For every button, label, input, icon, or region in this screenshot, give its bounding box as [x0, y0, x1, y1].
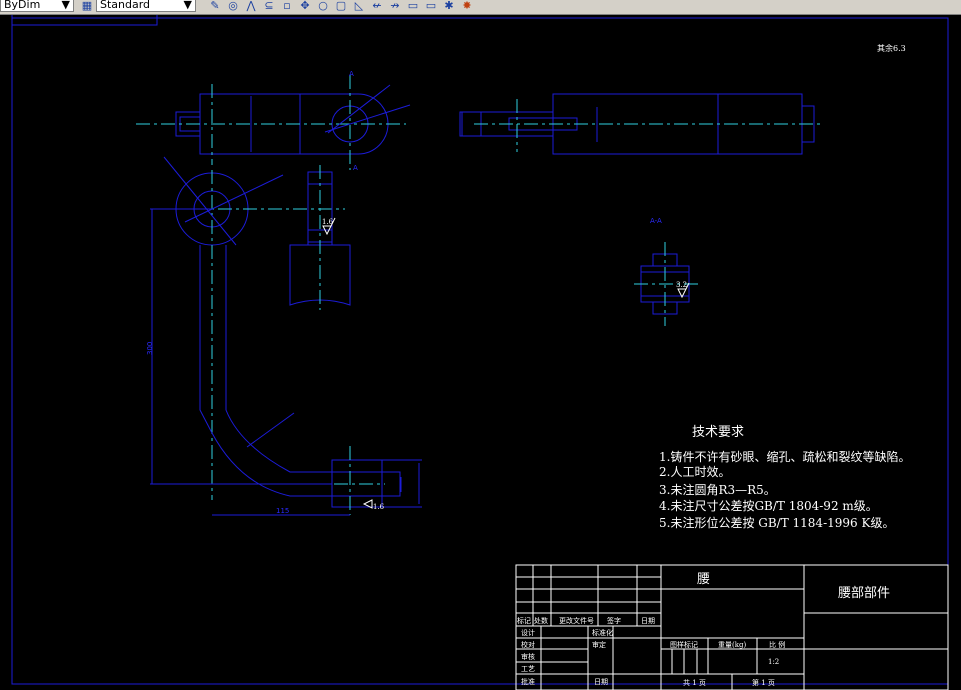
section-mark-top: A [349, 70, 354, 78]
tech-requirements-title: 技术要求 [692, 425, 744, 440]
layer-value: ByDim [4, 0, 41, 11]
header-change-doc: 更改文件号 [559, 616, 594, 625]
header-date: 日期 [641, 617, 655, 625]
break-icon[interactable]: ▭ [406, 0, 420, 12]
chevron-down-icon: ▼ [183, 0, 192, 11]
sheet-number: 第 1 页 [752, 678, 775, 687]
roughness-value: 3.2 [676, 281, 687, 289]
label-drawing-mark: 图样标记 [670, 640, 698, 649]
textstyle-value: Standard [100, 0, 151, 11]
label-scale: 比 例 [769, 640, 785, 649]
roughness-value: 1.6 [373, 503, 385, 511]
shaft-view [459, 93, 823, 155]
tech-requirements-list: 1.铸件不许有砂眼、缩孔、疏松和裂纹等缺陷。 2.人工时效。 3.未注圆角R3—… [659, 449, 910, 530]
move-icon[interactable]: ✥ [298, 0, 312, 12]
label-check: 校对 [521, 640, 535, 649]
textstyle-dropdown[interactable]: Standard ▼ [96, 0, 196, 12]
tech-item: 1.铸件不许有砂眼、缩孔、疏松和裂纹等缺陷。 [659, 449, 910, 464]
offset-icon[interactable]: ⊆ [262, 0, 276, 12]
front-view [136, 75, 411, 170]
section-a-a [634, 242, 702, 326]
label-date: 日期 [594, 678, 608, 686]
tech-item: 2.人工时效。 [659, 464, 730, 479]
section-title: A-A [650, 217, 662, 225]
fillet-icon[interactable]: ✱ [442, 0, 456, 12]
extend-icon[interactable]: ↛ [388, 0, 402, 12]
toolbar: ByDim ▼ ▦ Standard ▼ ✎ ◎ ⋀ ⊆ ▫ ✥ ○ ▢ ◺ ↚ ↛… [0, 0, 961, 15]
scale-icon[interactable]: ▢ [334, 0, 348, 12]
partial-section [289, 165, 351, 310]
title-block [515, 564, 949, 690]
part-name: 腰 [697, 572, 710, 587]
roughness-note: 其余6.3 [877, 43, 906, 53]
header-count: 处数 [534, 616, 548, 625]
header-sign: 签字 [607, 616, 621, 625]
dim-height: 300 [146, 342, 154, 355]
chevron-down-icon: ▼ [61, 0, 70, 11]
drawing-name: 腰部部件 [838, 586, 890, 601]
layer-dropdown[interactable]: ByDim ▼ [0, 0, 74, 12]
tech-item: 3.未注圆角R3—R5。 [659, 482, 776, 497]
textstyle-manager-icon[interactable]: ▦ [80, 0, 94, 12]
rotate-icon[interactable]: ○ [316, 0, 330, 12]
mirror-icon[interactable]: ⋀ [244, 0, 258, 12]
stretch-icon[interactable]: ◺ [352, 0, 366, 12]
total-sheets: 共 1 页 [683, 678, 706, 687]
label-design: 设计 [521, 628, 535, 637]
array-icon[interactable]: ▫ [280, 0, 294, 12]
tech-item: 4.未注尺寸公差按GB/T 1804-92 m级。 [659, 498, 878, 513]
label-weight: 重量(kg) [718, 641, 746, 649]
chamfer-icon[interactable]: ▭ [424, 0, 438, 12]
drawing-canvas[interactable]: A A 300 115 1.6 其余6.3 A-A 3.2 1.6 技术要求 1… [0, 15, 961, 690]
header-mark: 标记 [517, 616, 531, 625]
pencil-icon[interactable]: ✎ [208, 0, 222, 12]
label-standard: 标准化 [592, 628, 613, 637]
label-approve: 审定 [592, 640, 606, 649]
dim-length: 115 [276, 507, 289, 515]
erase-icon[interactable]: ◎ [226, 0, 240, 12]
side-view [150, 156, 422, 516]
explode-icon[interactable]: ✸ [460, 0, 474, 12]
section-mark-bottom: A [353, 164, 358, 172]
label-review: 审核 [521, 652, 535, 661]
label-ratify: 批准 [521, 677, 535, 686]
label-process: 工艺 [521, 665, 535, 673]
trim-icon[interactable]: ↚ [370, 0, 384, 12]
scale-value: 1:2 [768, 658, 779, 666]
tech-item: 5.未注形位公差按 GB/T 1184-1996 K级。 [659, 515, 894, 530]
